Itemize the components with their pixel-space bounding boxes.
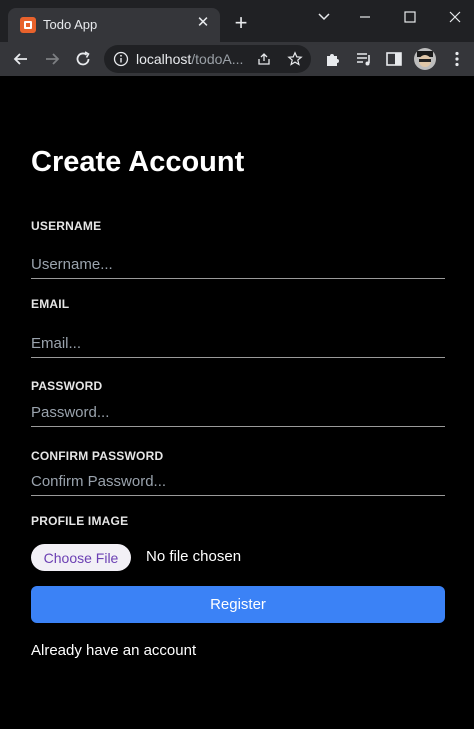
- confirm-password-input[interactable]: [31, 467, 445, 496]
- profile-image-label: PROFILE IMAGE: [31, 514, 129, 528]
- forward-arrow-icon[interactable]: [42, 49, 62, 69]
- maximize-icon[interactable]: [395, 6, 425, 28]
- username-label: USERNAME: [31, 219, 102, 233]
- close-icon[interactable]: ✕: [194, 14, 212, 32]
- back-arrow-icon[interactable]: [11, 49, 31, 69]
- app-favicon-icon: [20, 17, 36, 33]
- tab-title: Todo App: [43, 17, 98, 32]
- username-input[interactable]: [31, 250, 445, 279]
- url-path: /todoA...: [191, 51, 244, 67]
- share-icon[interactable]: [256, 51, 272, 67]
- login-link[interactable]: Already have an account: [31, 642, 196, 659]
- sidepanel-icon[interactable]: [384, 49, 404, 69]
- extensions-icon[interactable]: [323, 49, 343, 69]
- reload-icon[interactable]: [73, 49, 93, 69]
- url-host: localhost: [136, 51, 192, 67]
- star-icon[interactable]: [287, 51, 303, 67]
- media-icon[interactable]: [354, 49, 374, 69]
- choose-file-button[interactable]: Choose File: [31, 544, 131, 571]
- confirm-password-label: CONFIRM PASSWORD: [31, 449, 164, 463]
- file-status-text: No file chosen: [146, 548, 242, 565]
- minimize-icon[interactable]: [350, 6, 380, 28]
- plus-icon[interactable]: +: [230, 12, 252, 34]
- register-button[interactable]: Register: [31, 586, 445, 623]
- window-close-icon[interactable]: [440, 6, 470, 28]
- browser-tabstrip: Todo App ✕ +: [0, 0, 474, 42]
- menu-icon[interactable]: [447, 49, 467, 69]
- email-label: EMAIL: [31, 297, 70, 311]
- page-content: Create Account USERNAME EMAIL PASSWORD C…: [0, 76, 474, 729]
- url-text[interactable]: localhost/todoA...: [136, 51, 243, 67]
- password-label: PASSWORD: [31, 379, 103, 393]
- browser-toolbar: localhost/todoA...: [0, 42, 474, 76]
- page-title: Create Account: [31, 146, 245, 178]
- profile-avatar[interactable]: [414, 48, 436, 70]
- browser-tab[interactable]: Todo App ✕: [8, 8, 220, 42]
- password-input[interactable]: [31, 398, 445, 427]
- chevron-down-icon[interactable]: [309, 6, 339, 28]
- address-bar[interactable]: localhost/todoA...: [104, 45, 311, 73]
- info-icon[interactable]: [113, 51, 129, 67]
- email-input[interactable]: [31, 329, 445, 358]
